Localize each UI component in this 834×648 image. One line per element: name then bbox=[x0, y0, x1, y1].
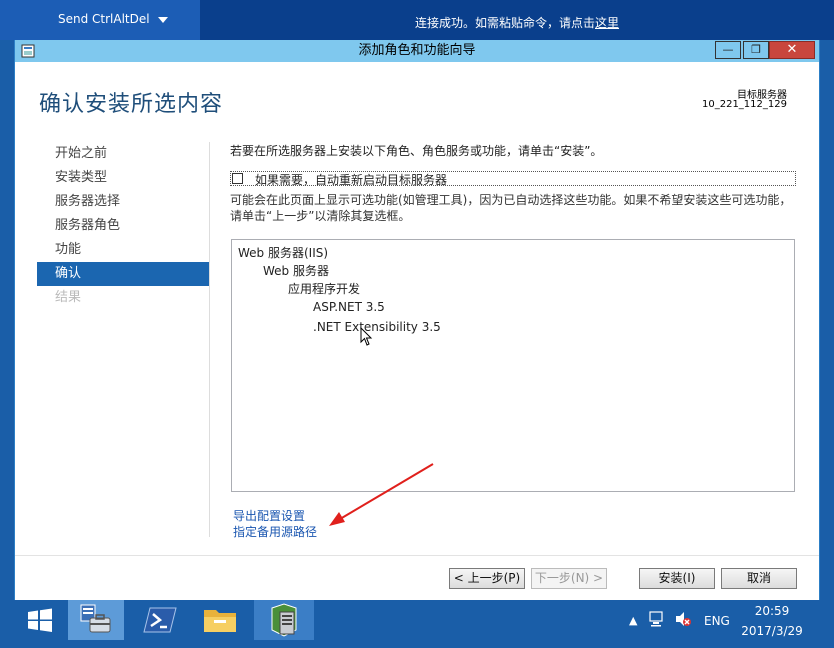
taskbar: ▲ ENG 20:59 2017/3/29 bbox=[0, 600, 834, 648]
restart-checkbox-label[interactable]: 如果需要，自动重新启动目标服务器 bbox=[255, 171, 447, 188]
connection-message-text: 连接成功。如需粘贴命令，请点击 bbox=[414, 16, 595, 30]
nav-item-server-selection[interactable]: 服务器选择 bbox=[37, 190, 209, 214]
paste-here-link[interactable]: 这里 bbox=[595, 16, 619, 30]
install-button[interactable]: 安装(I) bbox=[639, 568, 715, 589]
alternate-source-link[interactable]: 指定备用源路径 bbox=[233, 523, 317, 540]
feature-item-web-server: Web 服务器 bbox=[263, 264, 329, 278]
feature-list-box[interactable]: Web 服务器(IIS) Web 服务器 应用程序开发 ASP.NET 3.5 … bbox=[231, 239, 795, 492]
clock-time[interactable]: 20:59 bbox=[742, 604, 802, 618]
remote-top-bar: Send CtrlAltDel 连接成功。如需粘贴命令，请点击这里 bbox=[0, 0, 834, 40]
mouse-cursor-icon bbox=[360, 327, 373, 346]
network-icon[interactable] bbox=[648, 610, 664, 628]
page-title: 确认安装所选内容 bbox=[39, 92, 224, 117]
next-button: 下一步(N) > bbox=[531, 568, 607, 589]
add-roles-wizard-icon bbox=[271, 603, 297, 637]
feature-item-aspnet-35: ASP.NET 3.5 bbox=[313, 300, 385, 314]
nav-item-results: 结果 bbox=[55, 290, 82, 305]
folder-icon bbox=[204, 610, 236, 632]
taskbar-server-manager[interactable] bbox=[68, 600, 124, 640]
chevron-down-icon bbox=[157, 16, 168, 23]
wizard-nav: 开始之前 安装类型 服务器选择 服务器角色 功能 确认 结果 bbox=[37, 142, 209, 310]
minimize-button[interactable]: — bbox=[715, 41, 741, 59]
windows-logo-icon bbox=[28, 608, 52, 632]
nav-item-installation-type[interactable]: 安装类型 bbox=[37, 166, 209, 190]
feature-item-app-development: 应用程序开发 bbox=[288, 282, 361, 296]
window-title: 添加角色和功能向导 bbox=[358, 43, 476, 58]
tray-expand-icon[interactable]: ▲ bbox=[629, 614, 637, 627]
destination-server-value: 10_221_112_129 bbox=[702, 99, 787, 110]
taskbar-add-roles-wizard[interactable] bbox=[254, 600, 314, 640]
send-ctrl-alt-del-label: Send CtrlAltDel bbox=[58, 12, 150, 26]
server-manager-icon bbox=[80, 604, 111, 633]
window-titlebar[interactable]: 添加角色和功能向导 — ❐ ✕ bbox=[15, 40, 819, 62]
start-button[interactable] bbox=[14, 600, 64, 640]
input-language[interactable]: ENG bbox=[704, 614, 730, 628]
restart-checkbox[interactable] bbox=[232, 173, 243, 184]
instruction-text: 若要在所选服务器上安装以下角色、角色服务或功能，请单击“安装”。 bbox=[230, 144, 603, 158]
restart-option-row[interactable]: 如果需要，自动重新启动目标服务器 bbox=[230, 171, 796, 188]
connection-message: 连接成功。如需粘贴命令，请点击这里 bbox=[200, 0, 834, 40]
nav-item-before-you-begin[interactable]: 开始之前 bbox=[37, 142, 209, 166]
show-desktop-button[interactable] bbox=[814, 600, 834, 648]
export-config-link[interactable]: 导出配置设置 bbox=[233, 507, 305, 524]
maximize-button[interactable]: ❐ bbox=[743, 41, 769, 59]
taskbar-file-explorer[interactable] bbox=[192, 600, 248, 640]
sound-muted-icon[interactable] bbox=[674, 610, 692, 628]
nav-item-server-roles[interactable]: 服务器角色 bbox=[37, 214, 209, 238]
nav-item-features[interactable]: 功能 bbox=[37, 238, 209, 262]
send-ctrl-alt-del-button[interactable]: Send CtrlAltDel bbox=[0, 0, 200, 40]
nav-item-confirmation[interactable]: 确认 bbox=[37, 262, 209, 286]
close-button[interactable]: ✕ bbox=[769, 41, 815, 59]
footer-divider bbox=[15, 555, 819, 556]
nav-divider bbox=[209, 142, 210, 537]
red-annotation-arrow bbox=[329, 463, 434, 526]
feature-item-web-server-iis: Web 服务器(IIS) bbox=[238, 246, 329, 260]
previous-button[interactable]: < 上一步(P) bbox=[449, 568, 525, 589]
optional-features-note: 可能会在此页面上显示可选功能(如管理工具)，因为已自动选择这些功能。如果不希望安… bbox=[230, 193, 792, 223]
powershell-icon bbox=[143, 607, 177, 633]
clock-date[interactable]: 2017/3/29 bbox=[738, 624, 806, 638]
feature-item-net-extensibility-35: .NET Extensibility 3.5 bbox=[313, 320, 441, 334]
cancel-button[interactable]: 取消 bbox=[721, 568, 797, 589]
taskbar-powershell[interactable] bbox=[132, 600, 188, 640]
add-roles-wizard-window: 添加角色和功能向导 — ❐ ✕ 确认安装所选内容 目标服务器 10_221_11… bbox=[14, 40, 820, 600]
